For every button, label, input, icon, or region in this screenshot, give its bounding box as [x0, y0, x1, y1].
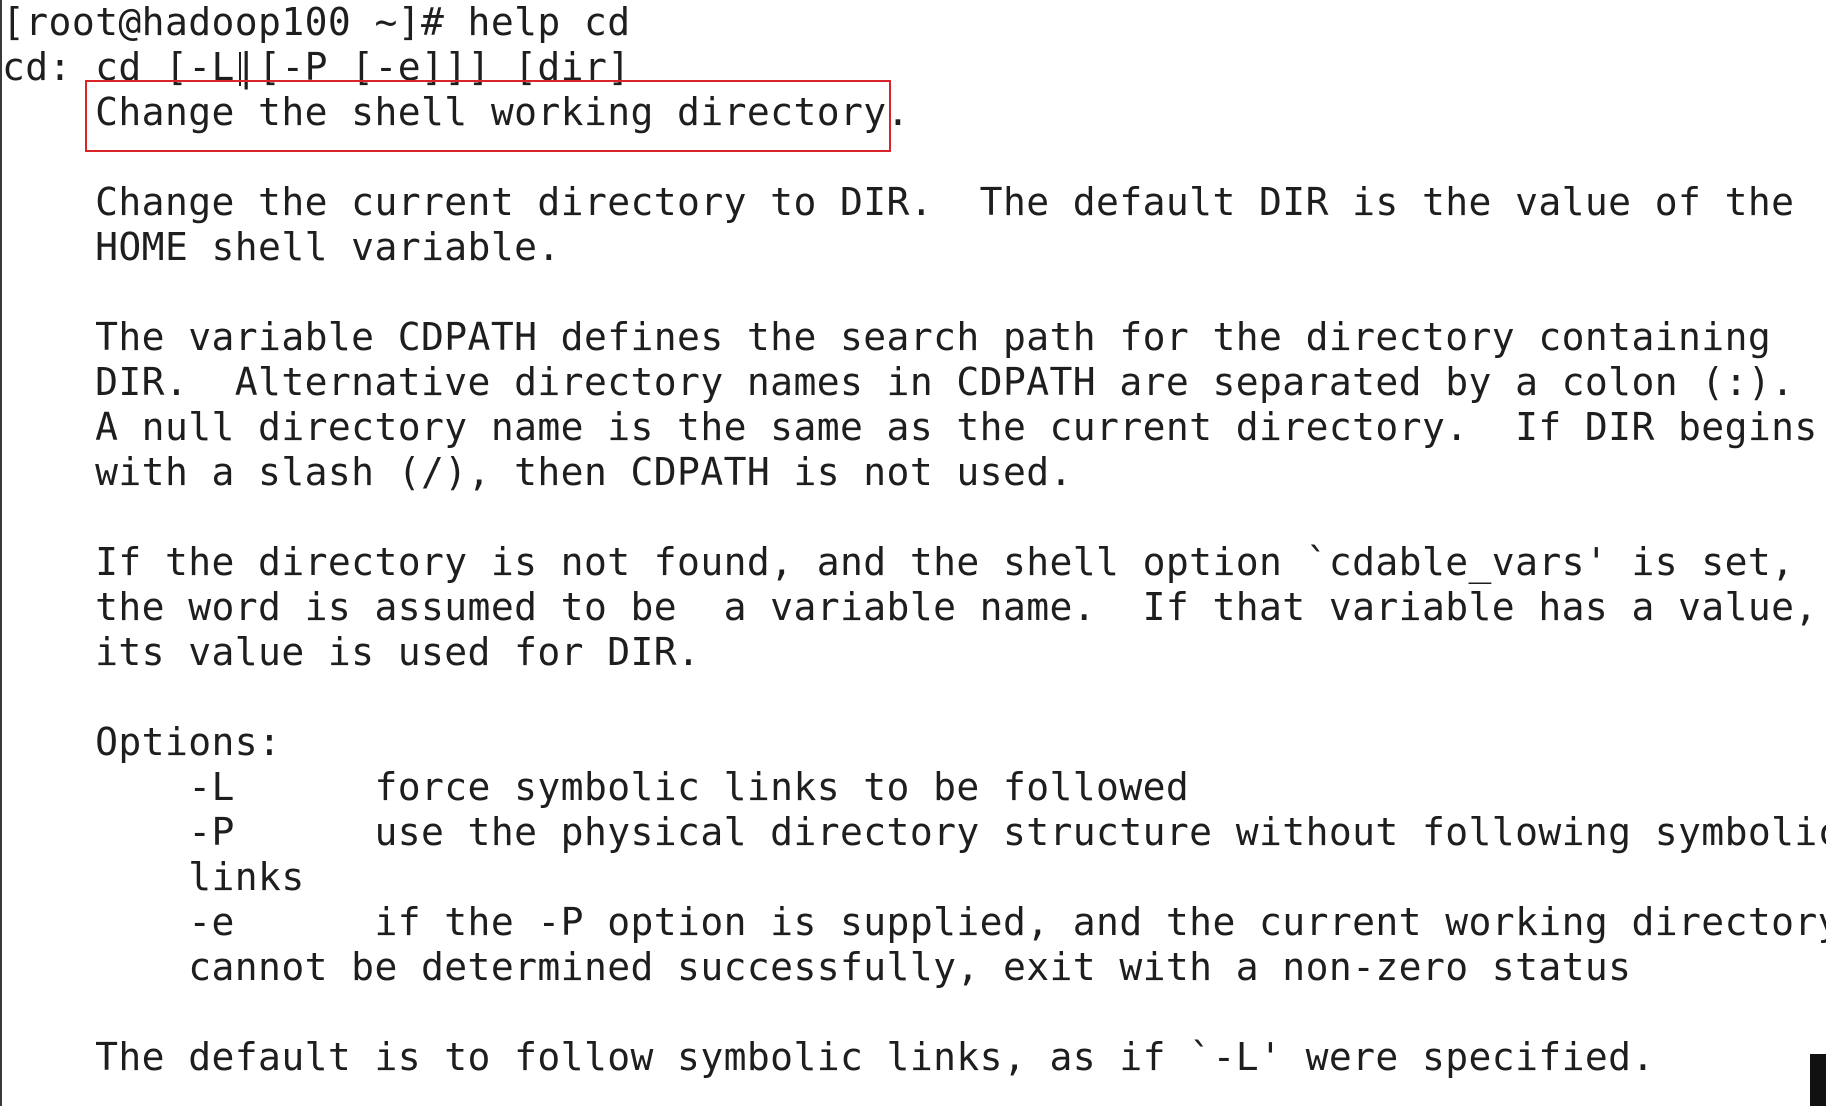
usage-line: cd: cd [-L|[-P [-e]]] [dir] — [2, 45, 631, 89]
option-e-line: -e if the -P option is supplied, and the… — [2, 900, 1826, 944]
description-line: Change the current directory to DIR. The… — [2, 180, 1795, 224]
cdpath-line: A null directory name is the same as the… — [2, 405, 1818, 449]
text-cursor — [239, 52, 241, 86]
description-line: HOME shell variable. — [2, 225, 561, 269]
cdpath-line: DIR. Alternative directory names in CDPA… — [2, 360, 1795, 404]
option-L-line: -L force symbolic links to be followed — [2, 765, 1190, 809]
scroll-corner — [1810, 1054, 1826, 1106]
default-note-line: The default is to follow symbolic links,… — [2, 1035, 1655, 1079]
cdable-vars-line: If the directory is not found, and the s… — [2, 540, 1795, 584]
cdpath-line: with a slash (/), then CDPATH is not use… — [2, 450, 1073, 494]
summary-line: Change the shell working directory. — [2, 90, 910, 134]
prompt-line: [root@hadoop100 ~]# help cd — [2, 0, 631, 44]
cdpath-line: The variable CDPATH defines the search p… — [2, 315, 1772, 359]
terminal-window[interactable]: [root@hadoop100 ~]# help cd cd: cd [-L|[… — [0, 0, 1826, 1106]
cdable-vars-line: the word is assumed to be a variable nam… — [2, 585, 1818, 629]
option-P-continued: links — [2, 855, 305, 899]
options-heading: Options: — [2, 720, 282, 764]
cdable-vars-line: its value is used for DIR. — [2, 630, 701, 674]
option-P-line: -P use the physical directory structure … — [2, 810, 1826, 854]
option-e-continued: cannot be determined successfully, exit … — [2, 945, 1632, 989]
